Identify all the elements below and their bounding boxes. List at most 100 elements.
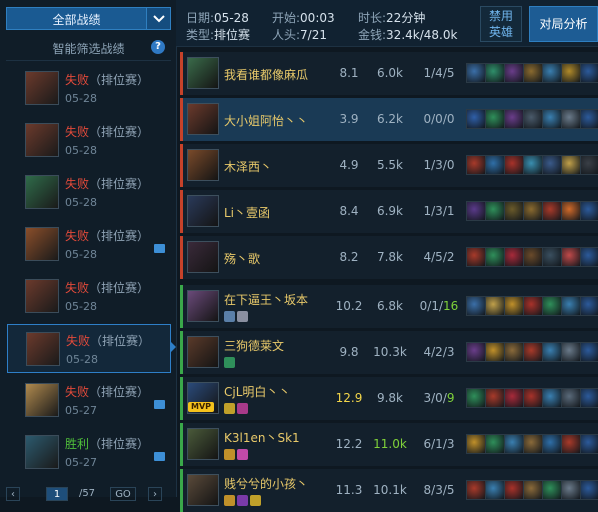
item-icon[interactable]	[542, 296, 562, 316]
item-icon[interactable]	[580, 201, 598, 221]
item-icon[interactable]	[523, 155, 543, 175]
champion-icon[interactable]	[187, 241, 219, 273]
item-icon[interactable]	[523, 342, 543, 362]
item-icon[interactable]	[485, 247, 505, 267]
item-icon[interactable]	[466, 434, 486, 454]
item-icon[interactable]	[542, 434, 562, 454]
summoner-name[interactable]: 在下逼王丶坂本	[224, 291, 308, 308]
item-icon[interactable]	[466, 201, 486, 221]
prev-page-button[interactable]: ‹	[6, 487, 20, 501]
item-icon[interactable]	[523, 63, 543, 83]
item-icon[interactable]	[504, 296, 524, 316]
match-list-item[interactable]: 失败（排位赛） 05-27	[7, 376, 171, 425]
item-icon[interactable]	[523, 201, 543, 221]
item-icon[interactable]	[580, 63, 598, 83]
item-icon[interactable]	[542, 63, 562, 83]
summoner-name[interactable]: 大小姐阿怡丶丶	[224, 112, 308, 129]
player-row[interactable]: MVP CjL明白丶丶 12.9 9.8k 3/0/9	[180, 377, 598, 420]
item-icon[interactable]	[561, 109, 581, 129]
item-icon[interactable]	[504, 63, 524, 83]
champion-icon[interactable]	[187, 149, 219, 181]
match-list-item[interactable]: 失败（排位赛） 05-28	[7, 116, 171, 165]
item-icon[interactable]	[523, 247, 543, 267]
item-icon[interactable]	[542, 155, 562, 175]
item-icon[interactable]	[542, 201, 562, 221]
match-list-item[interactable]: 失败（排位赛） 05-28	[7, 272, 171, 321]
item-icon[interactable]	[561, 201, 581, 221]
item-icon[interactable]	[580, 480, 598, 500]
item-icon[interactable]	[466, 247, 486, 267]
item-icon[interactable]	[485, 342, 505, 362]
item-icon[interactable]	[504, 388, 524, 408]
go-button[interactable]: GO	[110, 487, 136, 501]
item-icon[interactable]	[523, 434, 543, 454]
item-icon[interactable]	[580, 296, 598, 316]
item-icon[interactable]	[542, 342, 562, 362]
item-icon[interactable]	[466, 109, 486, 129]
item-icon[interactable]	[504, 434, 524, 454]
summoner-name[interactable]: 我看谁都像麻瓜	[224, 66, 308, 83]
item-icon[interactable]	[504, 480, 524, 500]
champion-icon[interactable]	[187, 103, 219, 135]
item-icon[interactable]	[466, 388, 486, 408]
player-row[interactable]: 贱兮兮的小孩丶 11.3 10.1k 8/3/5	[180, 469, 598, 512]
player-row[interactable]: K3l1en丶Sk1 12.2 11.0k 6/1/3	[180, 423, 598, 466]
next-page-button[interactable]: ›	[148, 487, 162, 501]
page-input[interactable]: 1	[46, 487, 68, 501]
item-icon[interactable]	[485, 63, 505, 83]
champion-icon[interactable]	[187, 474, 219, 506]
item-icon[interactable]	[466, 296, 486, 316]
item-icon[interactable]	[504, 342, 524, 362]
item-icon[interactable]	[485, 109, 505, 129]
item-icon[interactable]	[580, 342, 598, 362]
summoner-name[interactable]: 三狗德莱文	[224, 337, 284, 354]
player-row[interactable]: Li丶壹函 8.4 6.9k 1/3/1	[180, 190, 598, 233]
item-icon[interactable]	[523, 296, 543, 316]
summoner-name[interactable]: Li丶壹函	[224, 204, 270, 221]
item-icon[interactable]	[561, 296, 581, 316]
item-icon[interactable]	[523, 109, 543, 129]
summoner-name[interactable]: 殇丶歌	[224, 250, 260, 267]
player-row[interactable]: 三狗德莱文 9.8 10.3k 4/2/3	[180, 331, 598, 374]
item-icon[interactable]	[485, 388, 505, 408]
match-list-item[interactable]: 失败（排位赛） 05-28	[7, 220, 171, 269]
summoner-name[interactable]: 木泽西丶	[224, 158, 272, 175]
match-list-item[interactable]: 失败（排位赛） 05-28	[7, 64, 171, 113]
item-icon[interactable]	[485, 480, 505, 500]
item-icon[interactable]	[504, 201, 524, 221]
item-icon[interactable]	[542, 480, 562, 500]
item-icon[interactable]	[580, 388, 598, 408]
help-icon[interactable]: ?	[151, 40, 165, 54]
match-list-item[interactable]: 胜利（排位赛） 05-27	[7, 428, 171, 477]
item-icon[interactable]	[580, 434, 598, 454]
summoner-name[interactable]: CjL明白丶丶	[224, 383, 290, 400]
summoner-name[interactable]: 贱兮兮的小孩丶	[224, 475, 308, 492]
item-icon[interactable]	[561, 388, 581, 408]
champion-icon[interactable]	[187, 290, 219, 322]
item-icon[interactable]	[580, 247, 598, 267]
match-list-item[interactable]: 失败（排位赛） 05-28	[7, 324, 171, 373]
player-row[interactable]: 木泽西丶 4.9 5.5k 1/3/0	[180, 144, 598, 187]
item-icon[interactable]	[485, 296, 505, 316]
item-icon[interactable]	[504, 109, 524, 129]
player-row[interactable]: 殇丶歌 8.2 7.8k 4/5/2	[180, 236, 598, 279]
item-icon[interactable]	[485, 201, 505, 221]
player-row[interactable]: 在下逼王丶坂本 10.2 6.8k 0/1/16	[180, 285, 598, 328]
item-icon[interactable]	[561, 63, 581, 83]
item-icon[interactable]	[542, 247, 562, 267]
item-icon[interactable]	[542, 388, 562, 408]
item-icon[interactable]	[504, 247, 524, 267]
champion-icon[interactable]	[187, 195, 219, 227]
item-icon[interactable]	[504, 155, 524, 175]
item-icon[interactable]	[542, 109, 562, 129]
chevron-down-icon[interactable]	[146, 8, 170, 29]
item-icon[interactable]	[466, 155, 486, 175]
item-icon[interactable]	[561, 434, 581, 454]
item-icon[interactable]	[561, 342, 581, 362]
item-icon[interactable]	[580, 109, 598, 129]
image-icon[interactable]	[154, 400, 165, 409]
banned-champions-button[interactable]: 禁用 英雄	[480, 6, 522, 42]
image-icon[interactable]	[154, 452, 165, 461]
image-icon[interactable]	[154, 244, 165, 253]
item-icon[interactable]	[485, 155, 505, 175]
